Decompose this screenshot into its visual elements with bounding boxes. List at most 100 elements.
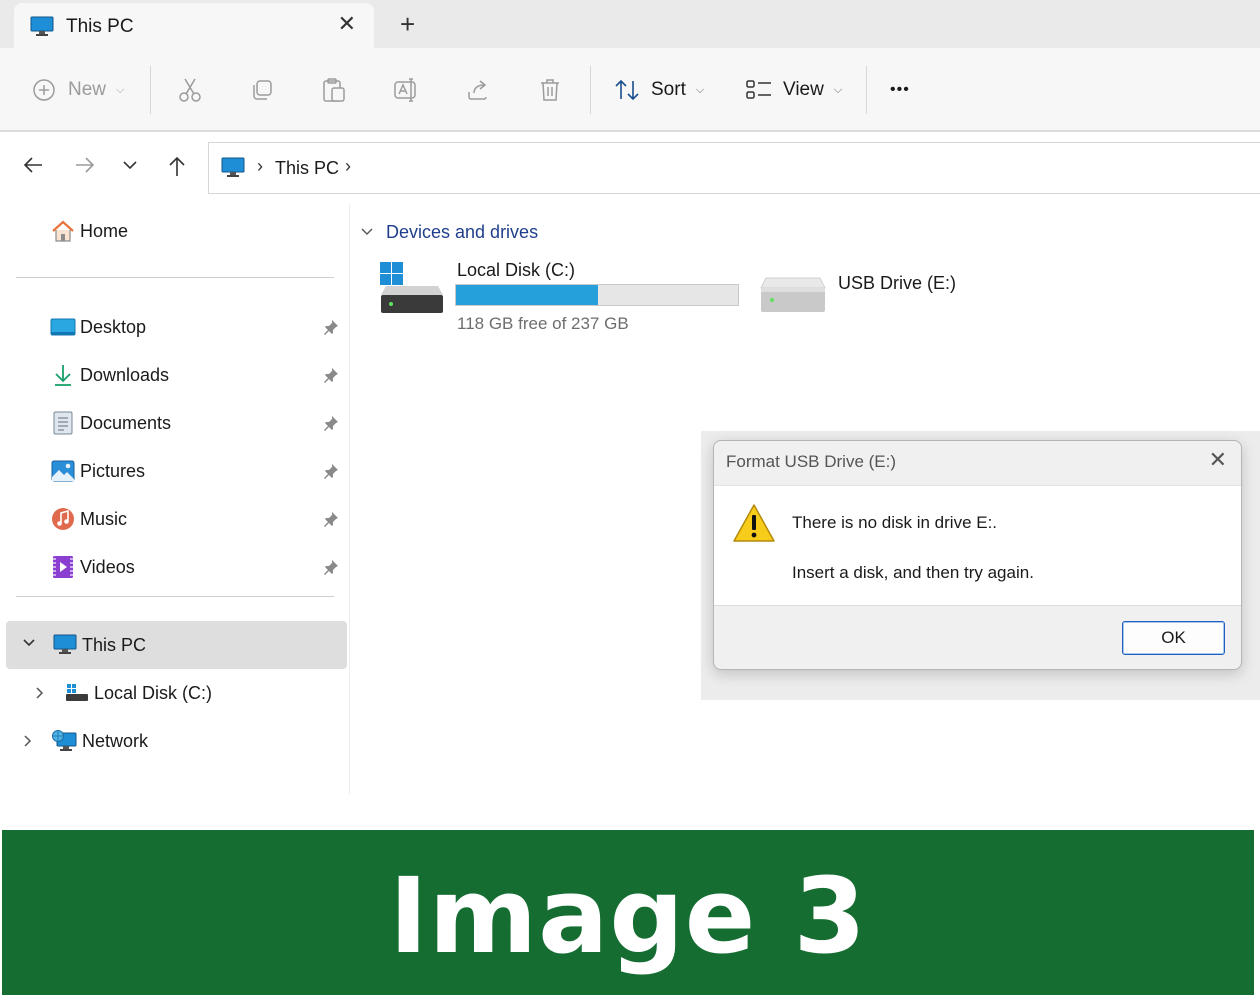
sidebar-item-label: Videos	[80, 556, 135, 577]
drive-free-space: 118 GB free of 237 GB	[457, 314, 629, 333]
music-icon	[50, 507, 76, 531]
pin-icon[interactable]	[322, 558, 340, 576]
copy-icon	[253, 80, 272, 100]
navigation-pane: Home Desktop Downloads Documents Picture…	[0, 204, 350, 794]
sidebar-item-label: Home	[80, 220, 129, 241]
monitor-icon	[221, 157, 245, 184]
toolbar-divider	[590, 66, 591, 114]
share-icon	[468, 80, 487, 100]
pin-icon[interactable]	[322, 462, 340, 480]
pin-icon[interactable]	[322, 510, 340, 528]
sidebar-item-label: Downloads	[80, 364, 170, 385]
sidebar-divider	[16, 277, 334, 278]
close-icon[interactable]: ✕	[1209, 449, 1227, 471]
dialog-body: There is no disk in drive E:. Insert a d…	[714, 485, 1241, 606]
drive-name[interactable]: USB Drive (E:)	[838, 273, 956, 294]
windows-drive-icon[interactable]	[378, 260, 446, 319]
home-icon	[50, 219, 76, 243]
pin-icon[interactable]	[322, 318, 340, 336]
forward-button[interactable]	[74, 154, 96, 181]
new-label: New	[68, 79, 107, 100]
tab-title: This PC	[66, 16, 134, 37]
more-icon: •••	[890, 81, 910, 98]
drive-usage-fill	[456, 285, 598, 305]
dialog-message: There is no disk in drive E:.	[792, 513, 998, 532]
paste-button[interactable]	[322, 74, 346, 106]
format-error-dialog: Format USB Drive (E:) ✕ There is no disk…	[713, 440, 1242, 670]
warning-icon	[732, 503, 776, 548]
plus-circle-icon	[33, 79, 55, 101]
sidebar-item-documents[interactable]: Documents	[50, 408, 171, 438]
address-bar[interactable]: › This PC ›	[208, 142, 1260, 194]
arrow-left-icon	[23, 157, 42, 173]
breadcrumb-separator[interactable]: ›	[345, 156, 351, 177]
rename-button[interactable]	[393, 74, 419, 106]
view-button[interactable]: View ⌵	[746, 74, 842, 106]
group-header-devices[interactable]: Devices and drives	[360, 222, 538, 243]
command-bar: New ⌵ Sort ⌵ View ⌵ •••	[0, 48, 1260, 132]
chevron-down-icon: ⌵	[833, 83, 843, 96]
chevron-down-icon[interactable]	[22, 636, 36, 652]
sidebar-item-label: Pictures	[80, 460, 146, 481]
chevron-right-icon[interactable]	[34, 686, 46, 703]
drive-usage-bar	[455, 284, 739, 306]
share-button[interactable]	[466, 74, 490, 106]
arrow-right-icon	[76, 157, 95, 173]
chevron-down-icon	[360, 225, 374, 240]
view-list-icon	[746, 80, 771, 99]
sidebar-item-this-pc[interactable]: This PC	[52, 630, 146, 660]
delete-button[interactable]	[538, 74, 562, 106]
up-button[interactable]	[166, 154, 188, 183]
sidebar-item-network[interactable]: Network	[52, 726, 148, 756]
download-arrow-icon	[50, 363, 76, 387]
sidebar-item-label: Documents	[80, 412, 172, 433]
new-button[interactable]: New ⌵	[32, 74, 124, 106]
sort-icon	[615, 79, 639, 101]
dialog-title: Format USB Drive (E:)	[726, 452, 897, 471]
navigation-row: › This PC ›	[0, 132, 1260, 204]
sidebar-item-videos[interactable]: Videos	[50, 552, 135, 582]
video-icon	[50, 555, 76, 579]
sidebar-item-home[interactable]: Home	[50, 216, 128, 246]
breadcrumb-separator[interactable]: ›	[257, 156, 263, 177]
sidebar-item-label: Network	[82, 730, 149, 751]
usb-drive-icon[interactable]	[760, 274, 826, 319]
windows-drive-icon	[64, 681, 90, 705]
back-button[interactable]	[22, 154, 44, 181]
copy-button[interactable]	[250, 74, 274, 106]
chevron-down-icon: ⌵	[116, 83, 125, 96]
dialog-message: Insert a disk, and then try again.	[792, 563, 1034, 582]
ok-button[interactable]: OK	[1122, 621, 1225, 655]
close-tab-icon[interactable]: ✕	[338, 13, 356, 35]
chevron-down-icon: ⌵	[695, 83, 705, 96]
tab-this-pc[interactable]: This PC ✕	[14, 3, 374, 48]
more-options-button[interactable]: •••	[890, 74, 910, 106]
sort-label: Sort	[651, 79, 686, 100]
monitor-icon	[30, 16, 54, 43]
chevron-right-icon[interactable]	[22, 734, 34, 751]
drive-name[interactable]: Local Disk (C:)	[457, 260, 575, 281]
sidebar-item-downloads[interactable]: Downloads	[50, 360, 169, 390]
pin-icon[interactable]	[322, 414, 340, 432]
sidebar-item-desktop[interactable]: Desktop	[50, 312, 146, 342]
sidebar-item-label: Desktop	[80, 316, 147, 337]
pictures-icon	[50, 459, 76, 483]
arrow-up-icon	[169, 156, 185, 176]
breadcrumb-this-pc[interactable]: This PC	[275, 158, 339, 179]
chevron-down-icon	[123, 161, 137, 170]
toolbar-divider	[150, 66, 151, 114]
caption-banner: Image 3	[2, 830, 1254, 995]
cut-button[interactable]	[178, 74, 202, 106]
new-tab-button[interactable]: +	[400, 11, 415, 37]
sort-button[interactable]: Sort ⌵	[614, 74, 704, 106]
recent-locations-button[interactable]	[121, 158, 139, 177]
sidebar-item-music[interactable]: Music	[50, 504, 127, 534]
title-bar: This PC ✕ +	[0, 0, 1260, 48]
group-header-label: Devices and drives	[386, 222, 539, 242]
pin-icon[interactable]	[322, 366, 340, 384]
sidebar-item-local-disk[interactable]: Local Disk (C:)	[64, 678, 212, 708]
view-label: View	[783, 79, 824, 100]
sidebar-item-label: Local Disk (C:)	[94, 682, 213, 703]
sidebar-item-label: Music	[80, 508, 128, 529]
sidebar-item-pictures[interactable]: Pictures	[50, 456, 145, 486]
